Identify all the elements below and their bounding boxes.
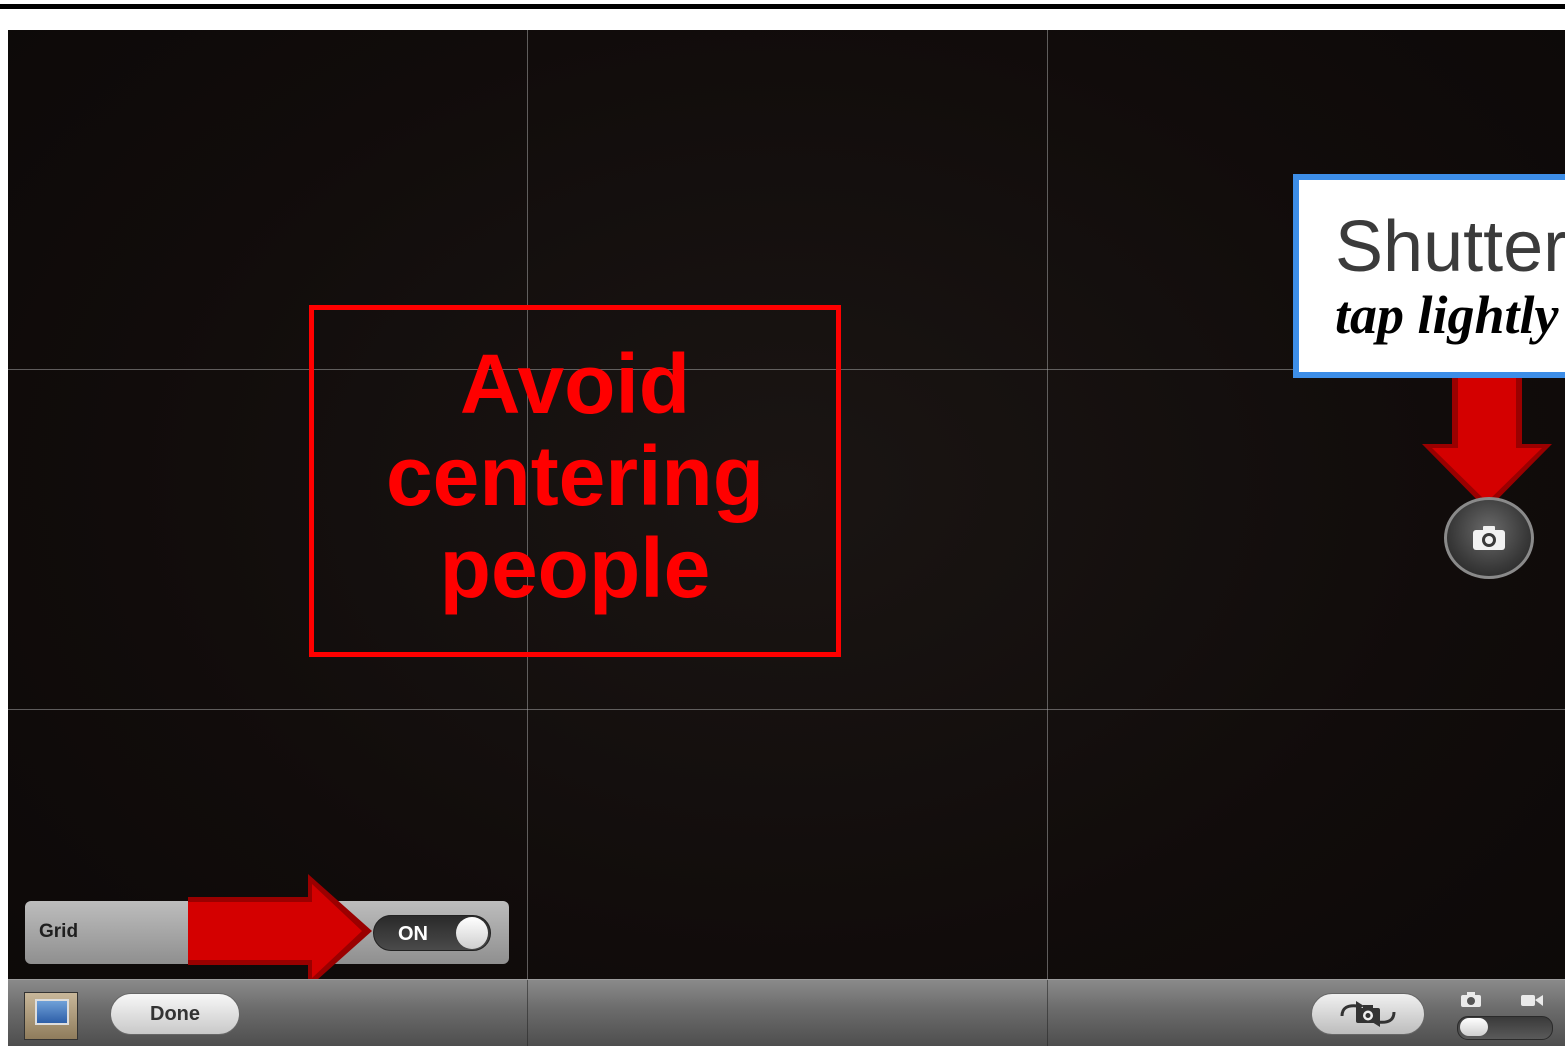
grid-line-horizontal-2 [8,709,1565,710]
toolbar-divider [527,980,528,1046]
down-arrow-icon [1422,378,1552,510]
grid-setting-label: Grid [39,921,79,942]
camera-icon [1473,526,1505,550]
shutter-callout-title: Shutter [1335,207,1565,287]
camera-mode-icon [1461,992,1481,1007]
toolbar-divider [1047,980,1048,1046]
photo-video-mode-switch[interactable] [1457,1016,1553,1040]
camera-toolbar: Done [8,979,1565,1046]
right-arrow-icon [188,874,372,988]
toggle-knob [456,917,488,949]
avoid-centering-callout: Avoid centering people [309,305,841,657]
shutter-callout: Shutter tap lightly [1293,174,1565,378]
grid-line-vertical-2 [1047,30,1048,1045]
thumbnail-screen [35,999,69,1025]
camera-flip-button[interactable] [1311,993,1425,1035]
mode-switch-knob [1460,1018,1488,1036]
avoid-centering-text: Avoid centering people [385,337,765,615]
shutter-callout-subtitle: tap lightly [1335,285,1559,345]
grid-toggle-switch[interactable]: ON [373,915,491,951]
toggle-state-label: ON [398,923,428,945]
top-border [0,4,1565,9]
shutter-button[interactable] [1444,497,1534,579]
photo-thumbnail-icon[interactable] [24,992,78,1040]
video-mode-icon [1521,995,1543,1006]
camera-flip-icon [1340,1001,1396,1027]
done-button[interactable]: Done [110,993,240,1035]
